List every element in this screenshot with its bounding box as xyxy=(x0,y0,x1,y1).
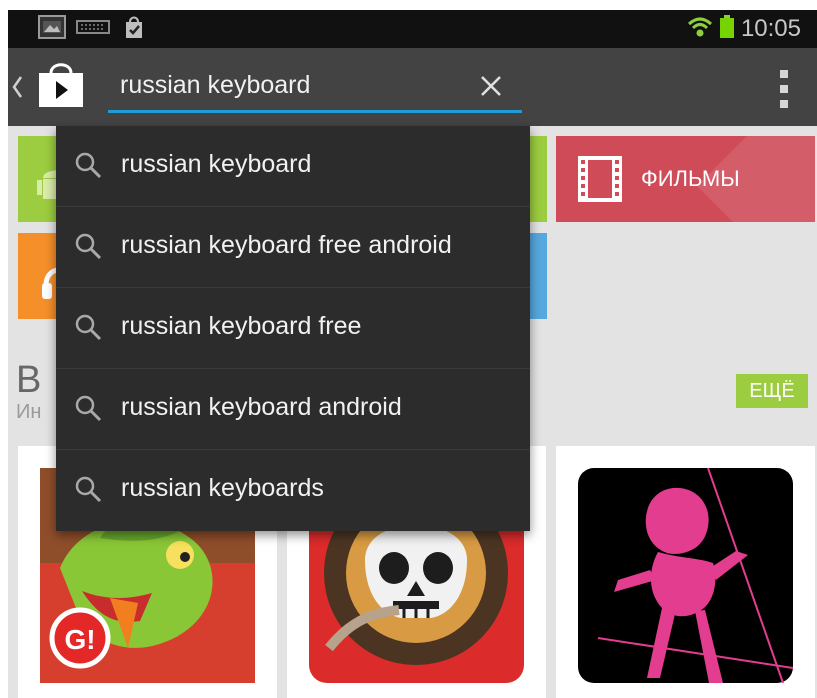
clock: 10:05 xyxy=(740,15,801,42)
back-chevron-icon[interactable] xyxy=(11,75,23,104)
more-button[interactable]: ЕЩЁ xyxy=(736,374,808,408)
battery-icon xyxy=(718,14,736,45)
suggestion-label: russian keyboard free android xyxy=(121,231,452,259)
search-icon xyxy=(73,312,103,342)
action-bar xyxy=(8,48,817,126)
wifi-icon xyxy=(687,15,713,44)
search-field-container[interactable] xyxy=(108,58,522,113)
search-suggestions-dropdown: russian keyboard russian keyboard free a… xyxy=(56,126,530,531)
close-icon[interactable] xyxy=(474,69,508,103)
search-icon xyxy=(73,231,103,261)
play-store-app-icon[interactable] xyxy=(34,59,88,114)
status-right: 10:05 xyxy=(687,14,801,45)
suggestion-item[interactable]: russian keyboard android xyxy=(56,369,530,450)
suggestion-label: russian keyboard xyxy=(121,150,312,178)
keyboard-icon xyxy=(76,17,110,42)
suggestion-item[interactable]: russian keyboard xyxy=(56,126,530,207)
movies-tile[interactable]: ФИЛЬМЫ xyxy=(556,136,815,222)
search-icon xyxy=(73,393,103,423)
overflow-dot-3 xyxy=(780,100,788,108)
suggestion-label: russian keyboards xyxy=(121,474,324,502)
search-underline xyxy=(108,110,522,113)
android-screen: 10:05 russian keyboard ФИЛЬМЫ В Ин ЕЩЁ G… xyxy=(8,10,817,698)
movies-tile-label: ФИЛЬМЫ xyxy=(641,166,740,191)
overflow-dot-2 xyxy=(780,85,788,93)
film-icon xyxy=(576,154,624,209)
overflow-menu-icon[interactable] xyxy=(778,70,790,108)
app-card[interactable] xyxy=(556,446,815,698)
suggestion-item[interactable]: russian keyboard free xyxy=(56,288,530,369)
suggestion-label: russian keyboard free xyxy=(121,312,362,340)
category-tile-blue[interactable] xyxy=(528,233,547,319)
image-icon xyxy=(38,14,66,44)
search-input[interactable] xyxy=(120,70,470,100)
search-icon xyxy=(73,150,103,180)
suggestion-label: russian keyboard android xyxy=(121,393,402,421)
svg-text:G!: G! xyxy=(64,624,95,655)
suggestion-item[interactable]: russian keyboard free android xyxy=(56,207,530,288)
status-bar: 10:05 xyxy=(8,10,817,48)
play-store-bag-icon xyxy=(120,14,148,45)
search-icon xyxy=(73,474,103,504)
overflow-dot-1 xyxy=(780,70,788,78)
section-title: В xyxy=(16,359,42,401)
section-subtitle: Ин xyxy=(16,401,42,423)
suggestion-item[interactable]: russian keyboards xyxy=(56,450,530,530)
pink-silhouette-icon xyxy=(578,467,794,684)
status-icons-left xyxy=(38,14,148,45)
